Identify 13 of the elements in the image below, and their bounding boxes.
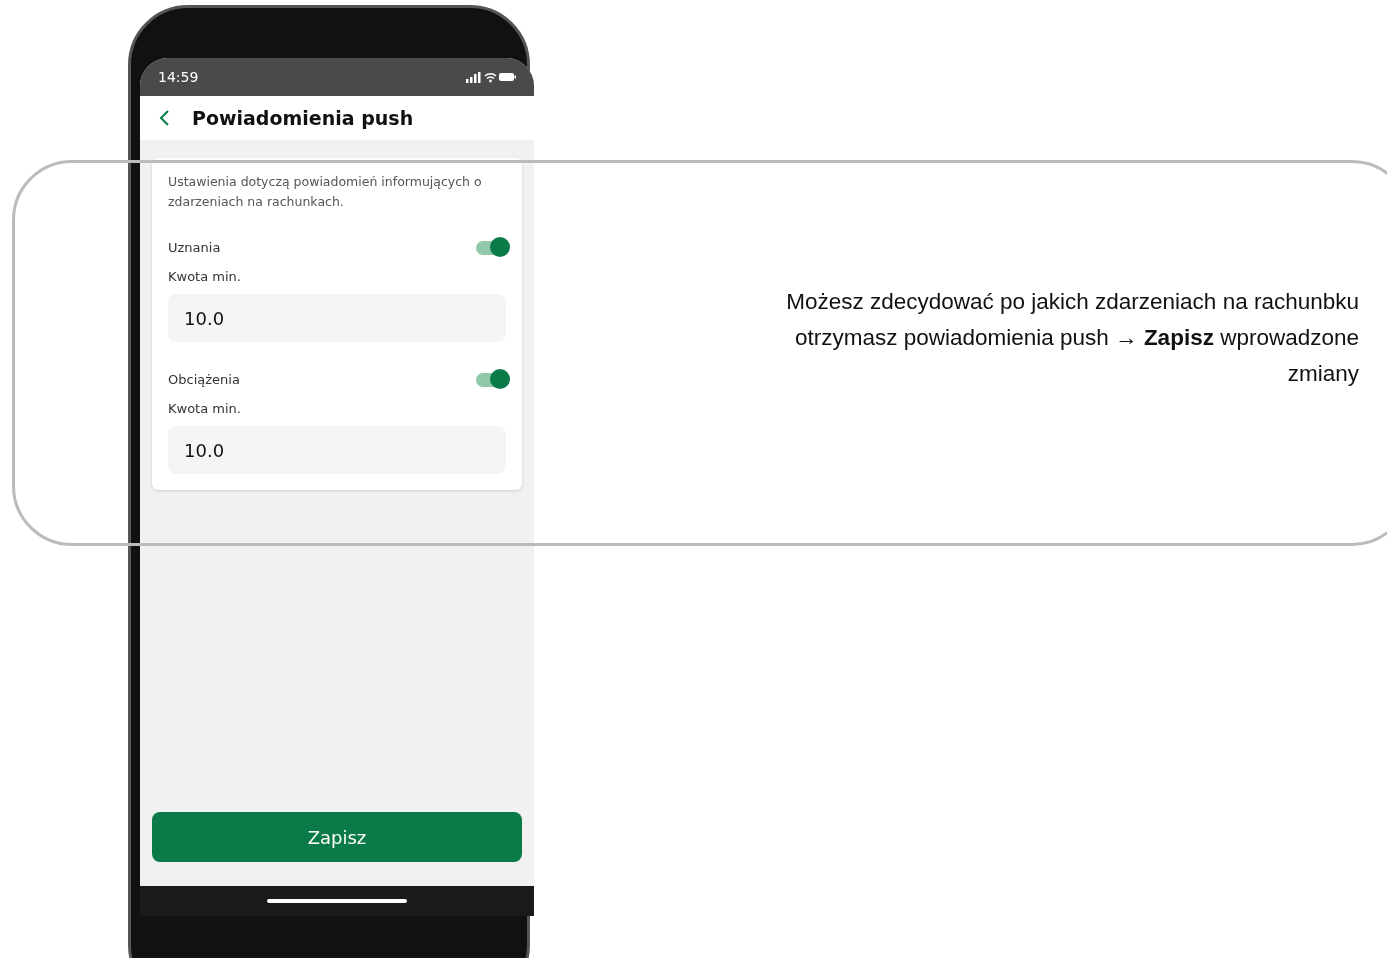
toggle-label: Obciążenia bbox=[168, 372, 240, 387]
back-icon[interactable] bbox=[158, 109, 170, 127]
settings-description: Ustawienia dotyczą powiadomień informujących o zdarzeniach na rachunkach. bbox=[168, 173, 483, 211]
field-label: Kwota min. bbox=[168, 401, 242, 416]
toggle-label: Uznania bbox=[168, 240, 221, 255]
caption-text: Możesz zdecydować po jakich zdarzeniach na rachunbku otrzymasz powiadomienia push → Zapisz wprowadzone zmiany bbox=[785, 288, 1360, 388]
status-time: 14:59 bbox=[158, 69, 199, 85]
save-button[interactable]: Zapisz bbox=[152, 812, 522, 862]
field-label: Kwota min. bbox=[168, 269, 242, 284]
status-icons-icon bbox=[466, 71, 516, 83]
amount-input-field[interactable]: 10.0 bbox=[168, 426, 506, 474]
amount-input-field[interactable]: 10.0 bbox=[168, 294, 506, 342]
screen-title: Powiadomienia push bbox=[192, 107, 414, 129]
